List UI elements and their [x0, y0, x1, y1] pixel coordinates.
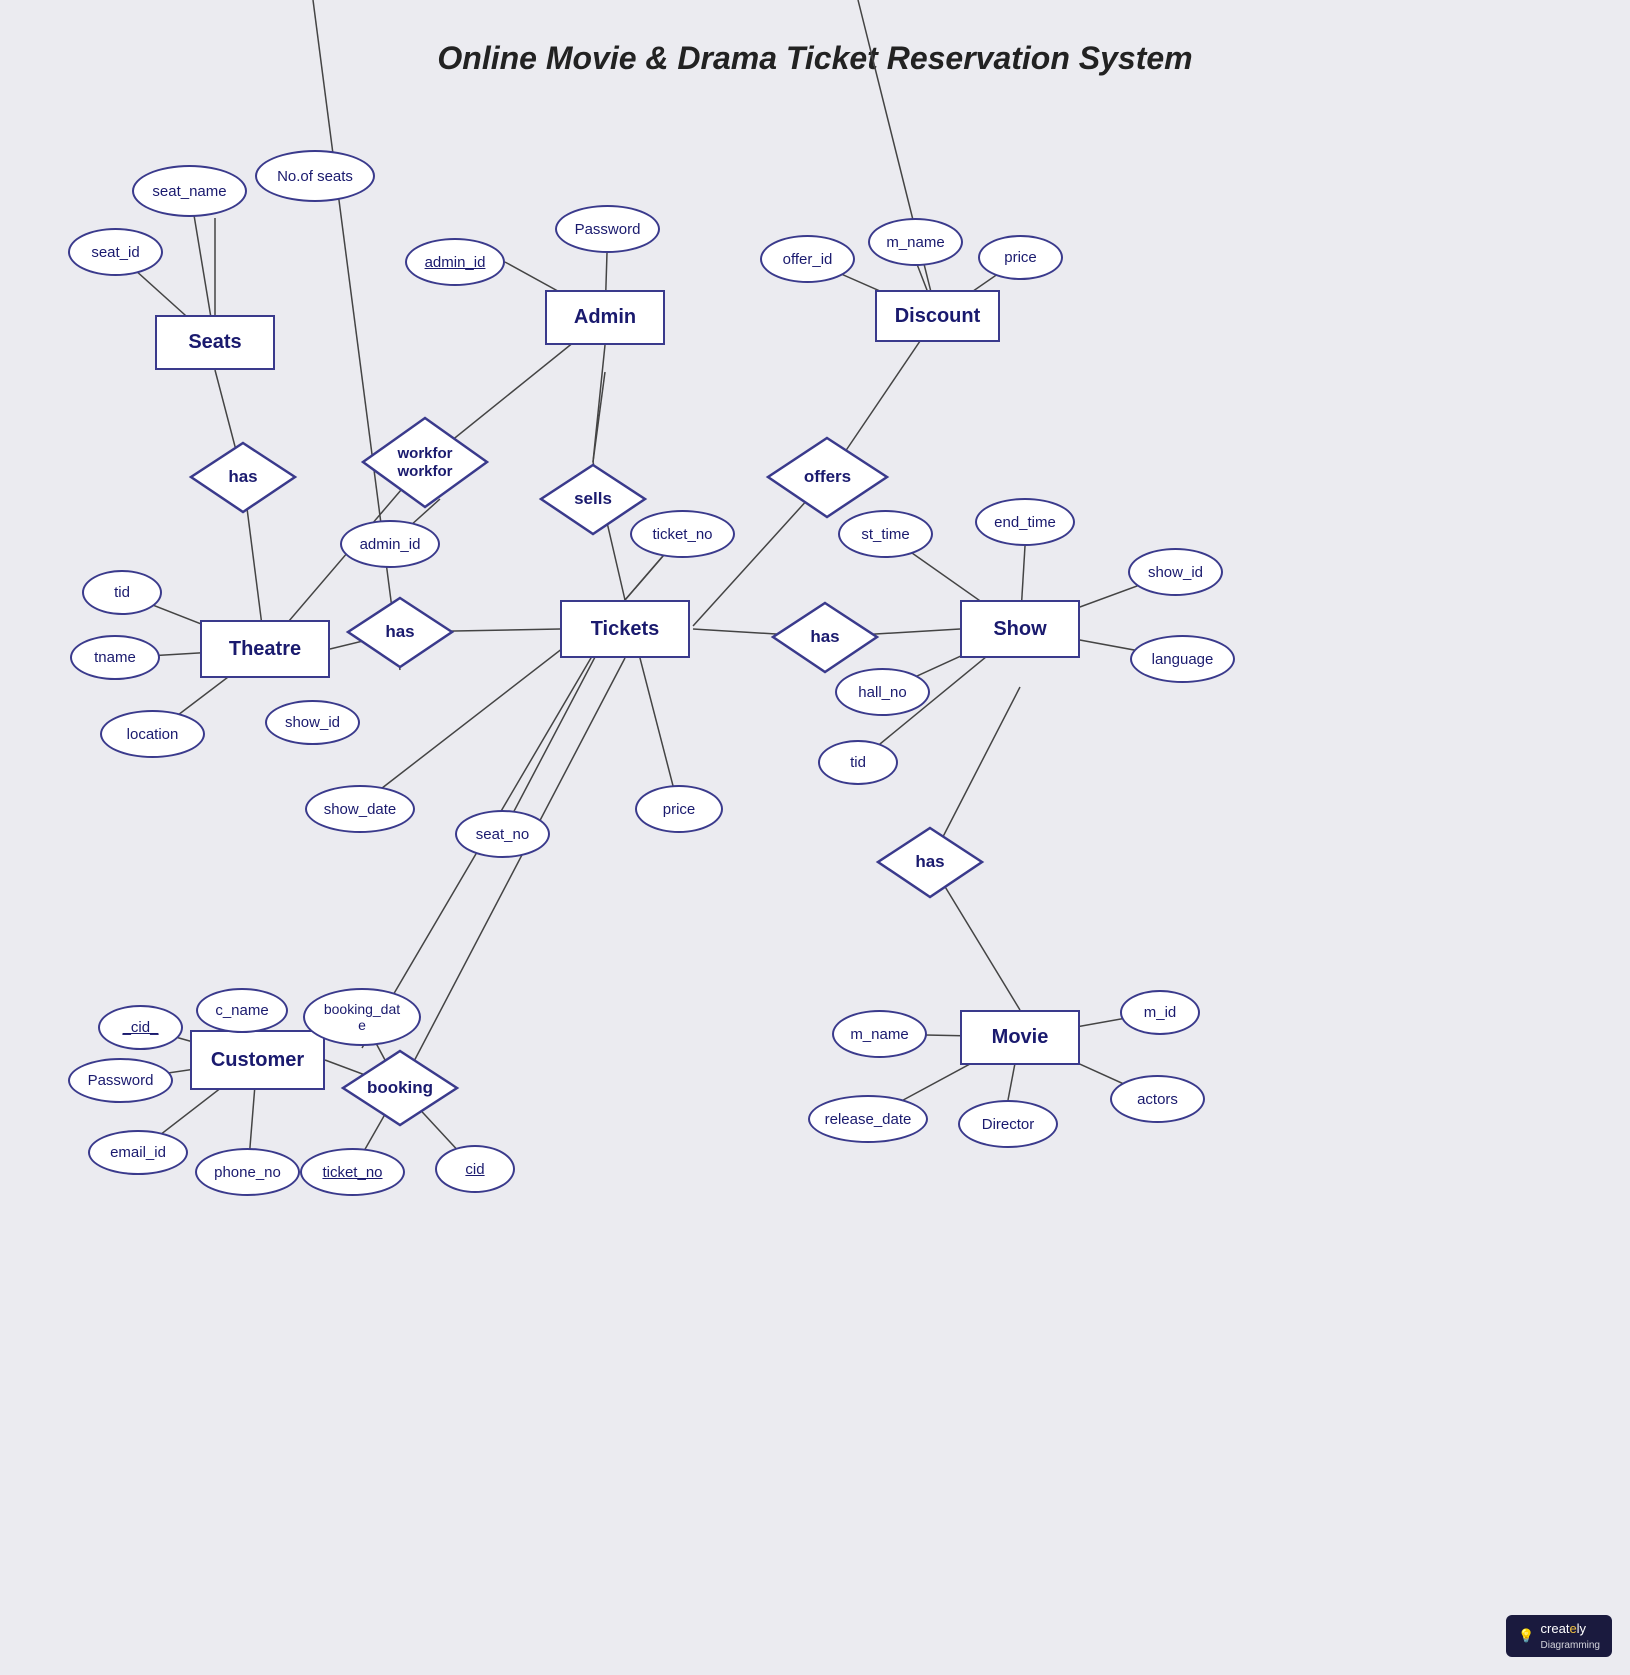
- attr-tname: tname: [70, 635, 160, 680]
- entity-seats: Seats: [155, 315, 275, 370]
- watermark: 💡 createlyDiagramming: [1506, 1615, 1612, 1657]
- attr-location: location: [100, 710, 205, 758]
- attr-language: language: [1130, 635, 1235, 683]
- attr-tid-show: tid: [818, 740, 898, 785]
- rel-sells: sells: [538, 462, 648, 537]
- attr-cid-booking: cid: [435, 1145, 515, 1193]
- entity-discount: Discount: [875, 290, 1000, 342]
- attr-seat-id: seat_id: [68, 228, 163, 276]
- diagram-container: Online Movie & Drama Ticket Reservation …: [0, 0, 1630, 1675]
- attr-seat-name: seat_name: [132, 165, 247, 217]
- attr-email-id: email_id: [88, 1130, 188, 1175]
- attr-password-cust: Password: [68, 1058, 173, 1103]
- attr-actors: actors: [1110, 1075, 1205, 1123]
- attr-no-of-seats: No.of seats: [255, 150, 375, 202]
- attr-offer-id: offer_id: [760, 235, 855, 283]
- entity-customer: Customer: [190, 1030, 325, 1090]
- attr-price-ticket: price: [635, 785, 723, 833]
- attr-end-time: end_time: [975, 498, 1075, 546]
- rel-booking: booking: [340, 1048, 460, 1128]
- attr-admin-id-top: admin_id: [405, 238, 505, 286]
- attr-director: Director: [958, 1100, 1058, 1148]
- attr-show-date: show_date: [305, 785, 415, 833]
- attr-m-name-movie: m_name: [832, 1010, 927, 1058]
- rel-workfor: workforworkfor: [360, 415, 490, 510]
- attr-phone-no: phone_no: [195, 1148, 300, 1196]
- watermark-bulb: 💡: [1518, 1628, 1534, 1644]
- attr-ticket-no-booking: ticket_no: [300, 1148, 405, 1196]
- page-title: Online Movie & Drama Ticket Reservation …: [0, 40, 1630, 77]
- attr-password-admin: Password: [555, 205, 660, 253]
- attr-m-name-discount: m_name: [868, 218, 963, 266]
- attr-tid-theatre: tid: [82, 570, 162, 615]
- attr-booking-date: booking_date: [303, 988, 421, 1046]
- attr-price-discount: price: [978, 235, 1063, 280]
- attr-release-date: release_date: [808, 1095, 928, 1143]
- entity-tickets: Tickets: [560, 600, 690, 658]
- attr-m-id: m_id: [1120, 990, 1200, 1035]
- entity-movie: Movie: [960, 1010, 1080, 1065]
- rel-has-movie: has: [875, 825, 985, 900]
- rel-offers: offers: [765, 435, 890, 520]
- attr-hall-no: hall_no: [835, 668, 930, 716]
- rel-has-show: has: [770, 600, 880, 675]
- attr-show-id-show: show_id: [1128, 548, 1223, 596]
- entity-admin: Admin: [545, 290, 665, 345]
- watermark-text: createlyDiagramming: [1541, 1621, 1600, 1651]
- attr-show-id-theatre: show_id: [265, 700, 360, 745]
- attr-c-name: c_name: [196, 988, 288, 1033]
- rel-has-theatre: has: [345, 595, 455, 670]
- rel-has-seats: has: [188, 440, 298, 515]
- attr-cid-customer: _cid_: [98, 1005, 183, 1050]
- entity-show: Show: [960, 600, 1080, 658]
- attr-admin-id-bottom: admin_id: [340, 520, 440, 568]
- entity-theatre: Theatre: [200, 620, 330, 678]
- attr-seat-no: seat_no: [455, 810, 550, 858]
